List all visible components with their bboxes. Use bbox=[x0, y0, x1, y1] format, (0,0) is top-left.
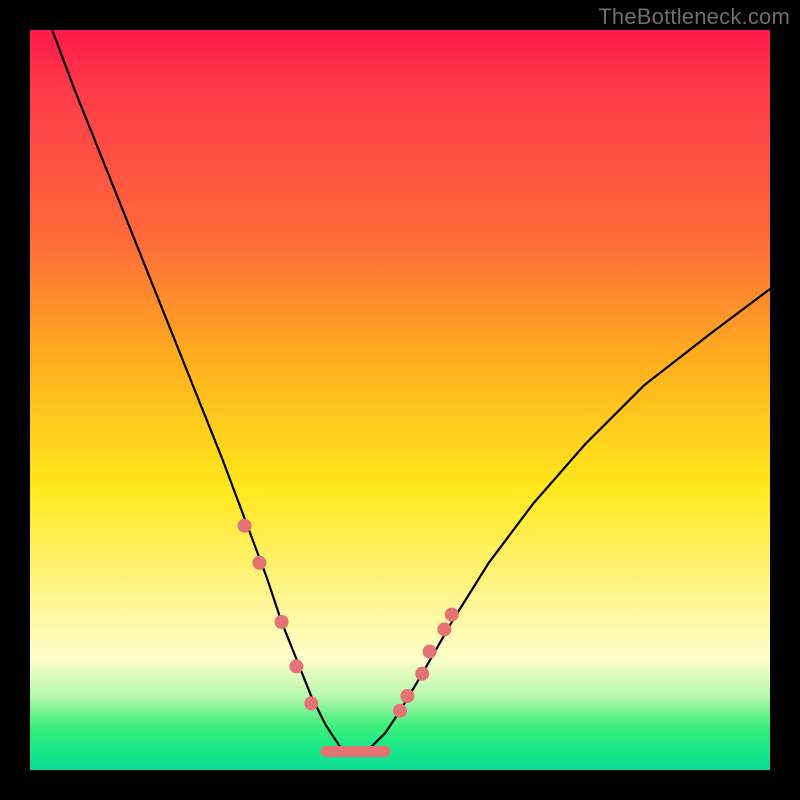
marker-dot bbox=[400, 689, 414, 703]
marker-dot bbox=[393, 704, 407, 718]
watermark-text: TheBottleneck.com bbox=[598, 4, 790, 30]
marker-dot bbox=[275, 615, 289, 629]
marker-dot bbox=[423, 645, 437, 659]
bottleneck-curve bbox=[52, 30, 770, 755]
marker-dot bbox=[238, 519, 252, 533]
marker-dot bbox=[437, 622, 451, 636]
marker-dot bbox=[415, 667, 429, 681]
marker-dot bbox=[252, 556, 266, 570]
chart-frame: TheBottleneck.com bbox=[0, 0, 800, 800]
marker-dot bbox=[304, 696, 318, 710]
marker-dot bbox=[445, 608, 459, 622]
chart-svg bbox=[30, 30, 770, 770]
marker-dot bbox=[289, 659, 303, 673]
plot-area bbox=[30, 30, 770, 770]
